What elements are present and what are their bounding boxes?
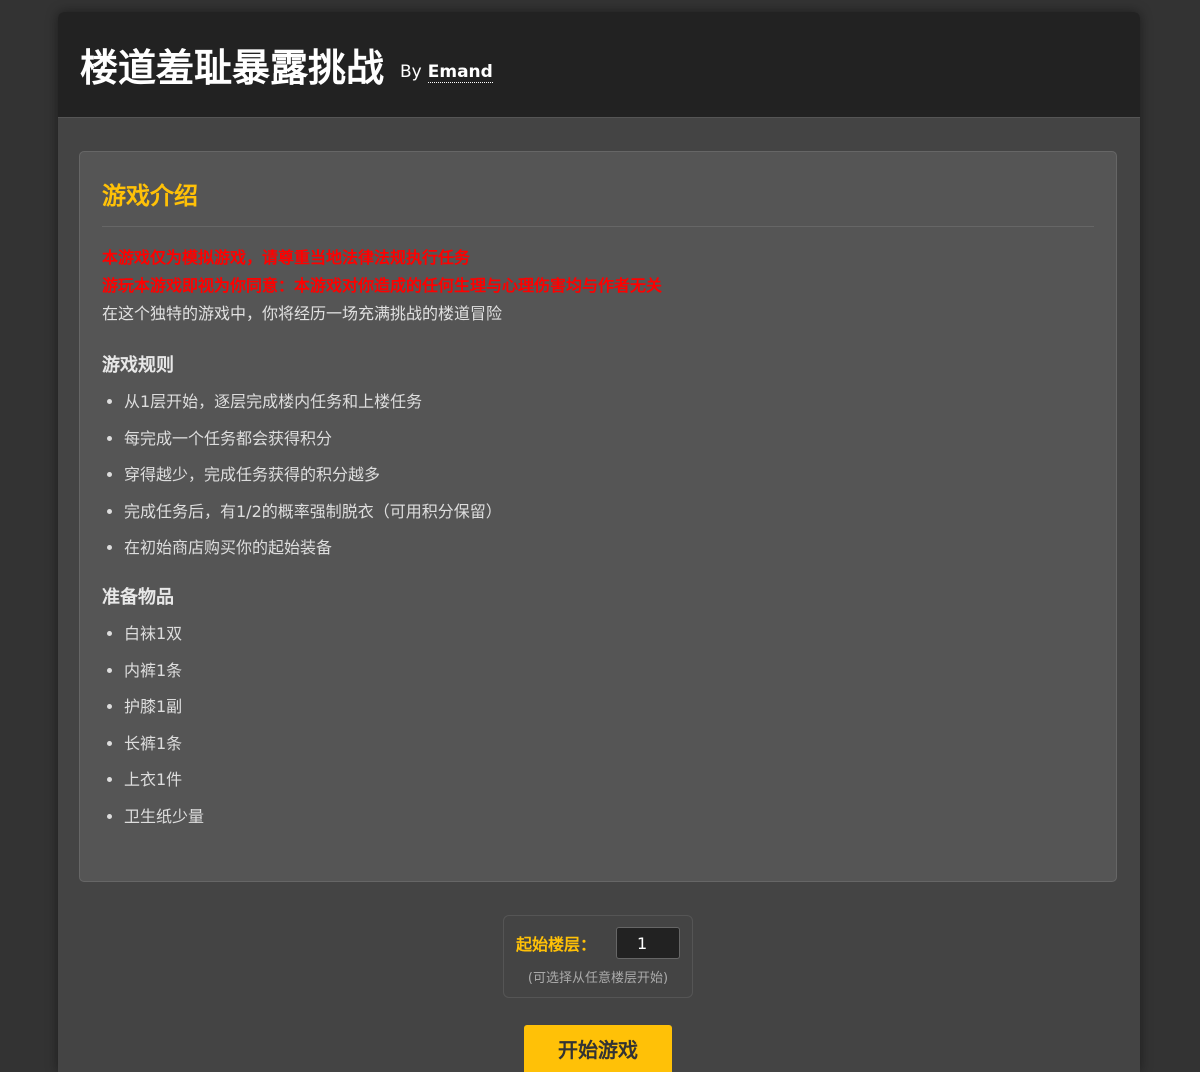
start-floor-row: 起始楼层： — [504, 927, 692, 959]
rule-item: 完成任务后，有1/2的概率强制脱衣（可用积分保留） — [124, 500, 1094, 524]
prep-item: 白袜1双 — [124, 622, 1094, 646]
start-floor-input[interactable] — [616, 927, 680, 959]
prep-item: 内裤1条 — [124, 659, 1094, 683]
start-floor-hint: (可选择从任意楼层开始) — [527, 971, 669, 986]
prep-item: 上衣1件 — [124, 768, 1094, 792]
start-game-button[interactable]: 开始游戏 — [524, 1025, 672, 1072]
items-heading: 准备物品 — [102, 587, 174, 608]
start-floor-label: 起始楼层： — [515, 935, 596, 954]
intro-heading: 游戏介绍 — [102, 178, 1094, 227]
page-title: 楼道羞耻暴露挑战 — [80, 46, 385, 90]
game-container: 楼道羞耻暴露挑战 By Emand 游戏介绍 本游戏仅为模拟游戏，请尊重当地法律法… — [58, 12, 1140, 1072]
intro-card: 游戏介绍 本游戏仅为模拟游戏，请尊重当地法律法规执行任务 游玩本游戏即视为你同意… — [79, 151, 1117, 882]
rules-heading: 游戏规则 — [102, 355, 174, 376]
prep-item: 卫生纸少量 — [124, 805, 1094, 829]
rule-item: 在初始商店购买你的起始装备 — [124, 536, 1094, 560]
prep-item: 长裤1条 — [124, 732, 1094, 756]
warning-text: 本游戏仅为模拟游戏，请尊重当地法律法规执行任务 — [102, 248, 471, 267]
warning-block: 本游戏仅为模拟游戏，请尊重当地法律法规执行任务 游玩本游戏即视为你同意：本游戏对… — [102, 244, 1094, 328]
rule-item: 从1层开始，逐层完成楼内任务和上楼任务 — [124, 390, 1094, 414]
start-floor-panel: 起始楼层： (可选择从任意楼层开始) — [503, 915, 693, 998]
rule-item: 每完成一个任务都会获得积分 — [124, 427, 1094, 451]
items-list: 白袜1双 内裤1条 护膝1副 长裤1条 上衣1件 卫生纸少量 — [102, 622, 1094, 829]
warning-text: 游玩本游戏即视为你同意：本游戏对你造成的任何生理与心理伤害均与作者无关 — [102, 276, 663, 295]
byline: By Emand — [400, 61, 493, 83]
page-header: 楼道羞耻暴露挑战 By Emand — [58, 12, 1140, 118]
rule-item: 穿得越少，完成任务获得的积分越多 — [124, 463, 1094, 487]
intro-description: 在这个独特的游戏中，你将经历一场充满挑战的楼道冒险 — [102, 304, 503, 323]
by-label: By — [400, 61, 422, 82]
author-link[interactable]: Emand — [427, 61, 493, 83]
prep-item: 护膝1副 — [124, 695, 1094, 719]
rules-list: 从1层开始，逐层完成楼内任务和上楼任务 每完成一个任务都会获得积分 穿得越少，完… — [102, 390, 1094, 560]
